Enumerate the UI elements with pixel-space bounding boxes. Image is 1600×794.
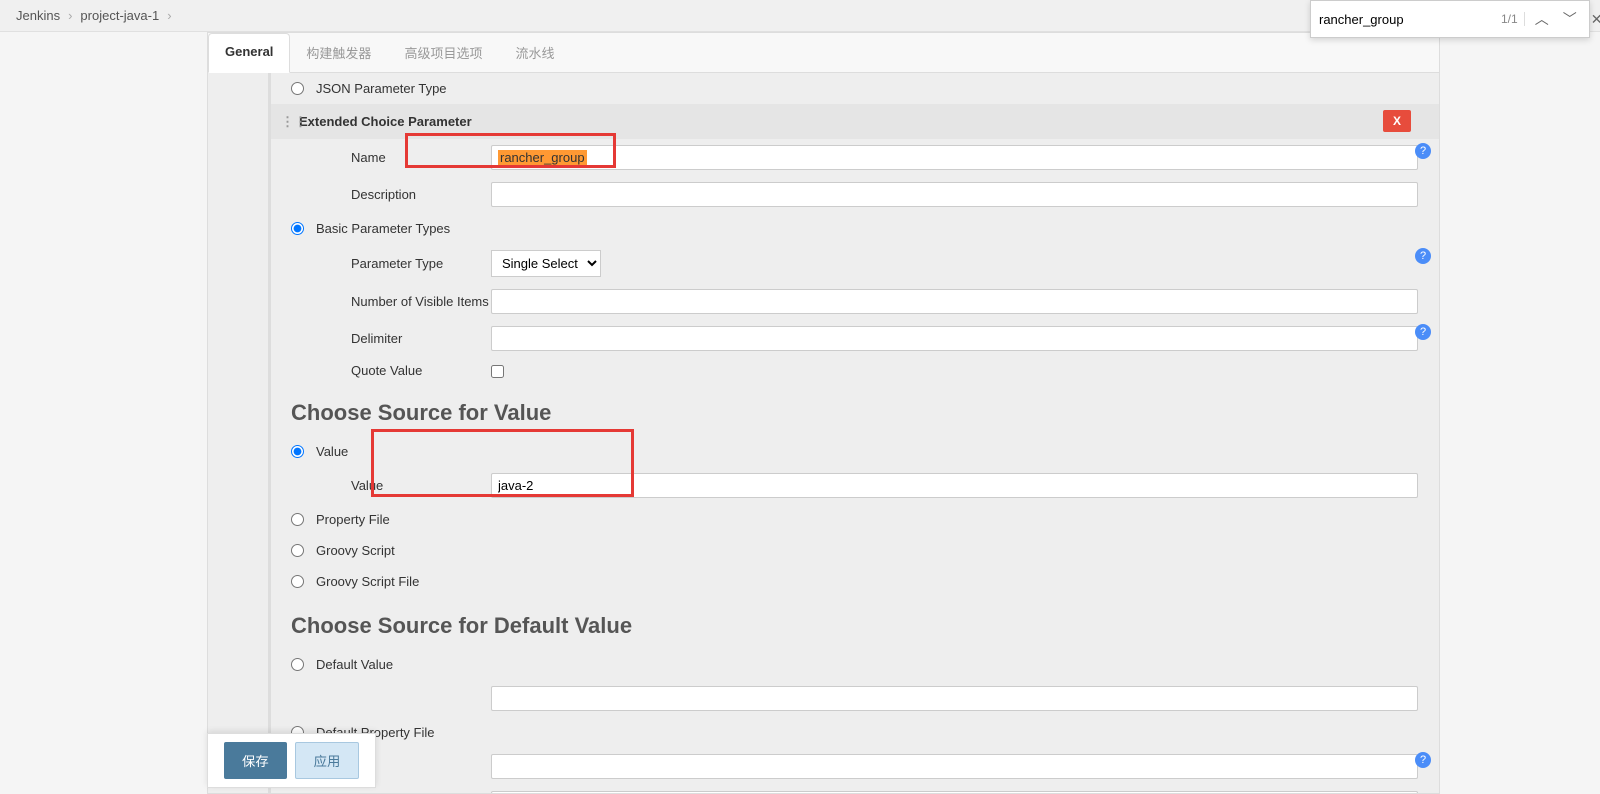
breadcrumb-sep-icon: ›: [68, 8, 72, 23]
find-next-icon[interactable]: ﹀: [1559, 7, 1581, 31]
find-in-page-bar: 1/1 ︿ ﹀ ✕: [1310, 0, 1590, 38]
param-type-label: Parameter Type: [351, 256, 491, 271]
default-value-input[interactable]: [491, 686, 1418, 711]
property-file-label: Property File: [316, 512, 390, 527]
visible-items-input[interactable]: [491, 289, 1418, 314]
form-body[interactable]: JSON Parameter Type ⋮⋮ Extended Choice P…: [208, 73, 1439, 793]
description-label: Description: [351, 187, 491, 202]
basic-param-types-label: Basic Parameter Types: [316, 221, 450, 236]
value-label: Value: [351, 478, 491, 493]
value-input[interactable]: [491, 473, 1418, 498]
save-button[interactable]: 保存: [224, 742, 287, 779]
delimiter-input[interactable]: [491, 326, 1418, 351]
source-value-title: Choose Source for Value: [271, 384, 1439, 436]
breadcrumb-sep-icon: ›: [167, 8, 171, 23]
value-radio[interactable]: [291, 445, 304, 458]
find-prev-icon[interactable]: ︿: [1531, 7, 1553, 31]
help-icon[interactable]: ?: [1415, 248, 1431, 264]
tab-pipeline[interactable]: 流水线: [499, 33, 571, 72]
property-key-input[interactable]: [491, 791, 1418, 793]
groovy-script-radio[interactable]: [291, 544, 304, 557]
visible-items-label: Number of Visible Items: [351, 294, 491, 309]
groovy-script-label: Groovy Script: [316, 543, 395, 558]
help-icon[interactable]: ?: [1415, 143, 1431, 159]
find-input[interactable]: [1319, 12, 1495, 27]
sidebar-spacer: [0, 32, 207, 794]
tab-advanced-options[interactable]: 高级项目选项: [388, 33, 499, 72]
property-file-radio[interactable]: [291, 513, 304, 526]
config-tabs: General 构建触发器 高级项目选项 流水线: [208, 33, 1439, 73]
json-parameter-type-radio[interactable]: [291, 82, 304, 95]
delimiter-label: Delimiter: [351, 331, 491, 346]
basic-param-types-radio[interactable]: [291, 222, 304, 235]
bottom-action-bar: 保存 应用: [207, 733, 376, 788]
value-radio-label: Value: [316, 444, 348, 459]
param-type-select[interactable]: Single Select: [491, 250, 601, 277]
find-close-icon[interactable]: ✕: [1587, 9, 1600, 30]
source-default-title: Choose Source for Default Value: [271, 597, 1439, 649]
groovy-script-file-radio[interactable]: [291, 575, 304, 588]
groovy-script-file-label: Groovy Script File: [316, 574, 419, 589]
breadcrumb-jenkins[interactable]: Jenkins: [16, 8, 60, 23]
json-parameter-type-label: JSON Parameter Type: [316, 81, 447, 96]
drag-handle-icon[interactable]: ⋮⋮: [281, 114, 307, 130]
quote-value-label: Quote Value: [351, 363, 491, 378]
tab-general[interactable]: General: [208, 33, 290, 73]
apply-button[interactable]: 应用: [295, 742, 360, 779]
default-value-label: Default Value: [316, 657, 393, 672]
quote-value-checkbox[interactable]: [491, 365, 504, 378]
default-value-radio[interactable]: [291, 658, 304, 671]
breadcrumb-project[interactable]: project-java-1: [80, 8, 159, 23]
name-value-highlighted: rancher_group: [498, 150, 587, 165]
name-input[interactable]: rancher_group: [491, 145, 1418, 170]
extended-choice-header: ⋮⋮ Extended Choice Parameter X: [271, 104, 1439, 139]
help-icon[interactable]: ?: [1415, 752, 1431, 768]
name-label: Name: [351, 150, 491, 165]
help-icon[interactable]: ?: [1415, 324, 1431, 340]
find-match-count: 1/1: [1501, 12, 1525, 26]
default-property-file-input[interactable]: [491, 754, 1418, 779]
delete-button[interactable]: X: [1383, 110, 1411, 132]
extended-choice-title: Extended Choice Parameter: [299, 114, 472, 129]
description-input[interactable]: [491, 182, 1418, 207]
tab-build-triggers[interactable]: 构建触发器: [290, 33, 388, 72]
